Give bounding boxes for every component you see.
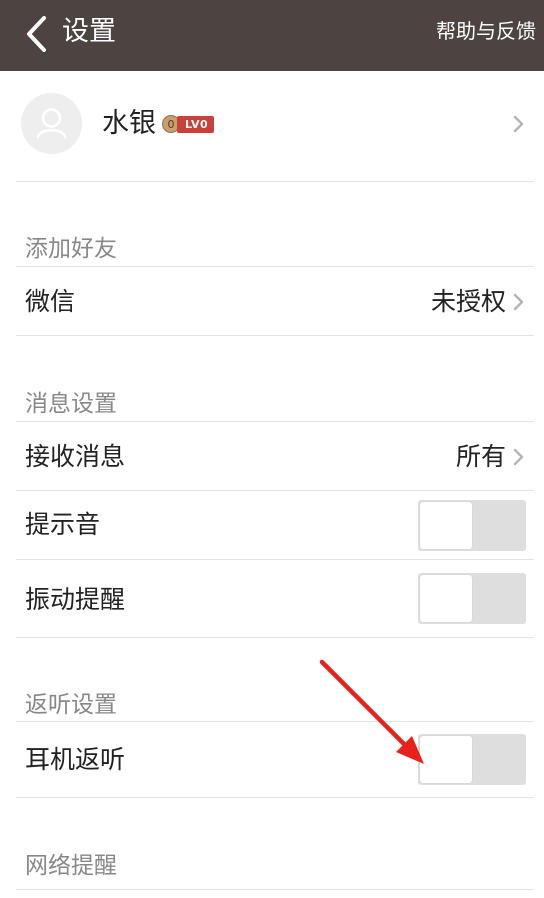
divider <box>16 559 534 560</box>
chevron-right-icon <box>513 115 524 133</box>
row-value: 未授权 <box>430 287 506 316</box>
divider <box>16 637 534 638</box>
divider <box>16 889 534 890</box>
avatar <box>21 93 82 154</box>
user-silhouette-icon <box>36 108 67 139</box>
toggle-knob <box>420 736 472 783</box>
row-label: 提示音 <box>25 510 101 539</box>
level-label: LV0 <box>177 115 215 133</box>
section-label-message-settings: 消息设置 <box>25 391 117 417</box>
divider <box>16 797 534 798</box>
help-feedback-link[interactable]: 帮助与反馈 <box>436 16 536 46</box>
toggle-knob <box>420 502 472 549</box>
chevron-right-icon <box>513 293 524 311</box>
notification-sound-toggle[interactable] <box>418 500 526 551</box>
toggle-knob <box>420 575 472 622</box>
section-label-monitor-settings: 返听设置 <box>25 692 117 718</box>
row-label: 微信 <box>25 287 76 316</box>
user-name: 水银 <box>102 108 156 139</box>
vibration-toggle[interactable] <box>418 573 526 624</box>
divider <box>16 421 534 422</box>
divider <box>16 181 534 182</box>
row-value: 所有 <box>455 442 506 471</box>
row-wechat[interactable]: 微信 未授权 <box>0 268 544 336</box>
section-label-add-friends: 添加好友 <box>25 236 117 262</box>
chevron-right-icon <box>513 448 524 466</box>
earphone-monitor-toggle[interactable] <box>418 734 526 785</box>
row-label: 振动提醒 <box>25 585 126 614</box>
profile-row[interactable]: 水银 0 LV0 <box>0 71 544 182</box>
level-badge: 0 LV0 <box>162 114 215 134</box>
page-title: 设置 <box>62 16 116 47</box>
section-label-network-reminder: 网络提醒 <box>25 853 117 879</box>
row-receive-messages[interactable]: 接收消息 所有 <box>0 423 544 491</box>
divider <box>16 335 534 336</box>
row-label: 接收消息 <box>25 442 126 471</box>
divider <box>16 266 534 267</box>
divider <box>16 721 534 722</box>
row-label: 耳机返听 <box>25 745 126 774</box>
top-bar: 设置 帮助与反馈 <box>0 0 544 71</box>
back-arrow-icon[interactable] <box>24 14 50 54</box>
